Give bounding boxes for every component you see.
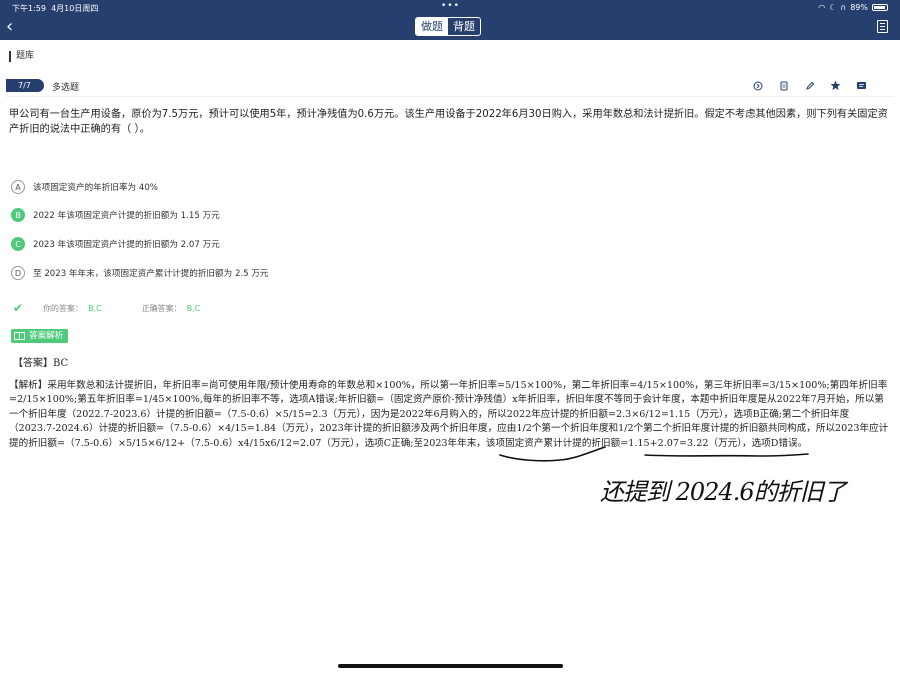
status-bar: 下午1:59 4月10日周四 ••• ◠ ☾ ∩ 89% <box>0 0 900 16</box>
question-header: 7/7 多选题 <box>6 75 894 97</box>
question-type: 多选题 <box>52 83 80 93</box>
correct-answer-label: 正确答案： <box>141 303 182 313</box>
answer-sheet-icon[interactable] <box>877 20 888 33</box>
option-c-text: 2023 年该项固定资产计提的折旧额为 2.07 万元 <box>33 240 220 250</box>
option-b-text: 2022 年该项固定资产计提的折旧额为 1.15 万元 <box>33 211 220 221</box>
option-d[interactable]: D 至 2023 年年末，该项固定资产累计计提的折旧额为 2.5 万元 <box>11 265 269 281</box>
headphones-icon: ∩ <box>840 3 847 12</box>
tab-practice[interactable]: 做题 <box>416 18 448 35</box>
moon-icon: ☾ <box>829 3 837 12</box>
check-icon: ✔ <box>13 301 24 315</box>
question-number: 7/7 <box>6 79 44 92</box>
tab-memorize[interactable]: 背题 <box>448 18 480 35</box>
option-c[interactable]: C 2023 年该项固定资产计提的折旧额为 2.07 万元 <box>11 236 220 252</box>
your-answer-value: B,C <box>88 303 102 313</box>
answer-text: 【答案】BC <box>13 358 69 369</box>
handwritten-note: 还提到 2024.6的折旧了 <box>600 478 847 506</box>
option-c-marker: C <box>11 237 25 251</box>
handwriting-underlines <box>499 446 809 462</box>
analysis-badge-label: 答案解析 <box>29 331 64 341</box>
wifi-icon: ◠ <box>818 3 826 12</box>
answer-result: ✔ 你的答案： B,C 正确答案： B,C <box>13 301 240 315</box>
nav-bar: ‹ 做题 背题 <box>0 16 900 40</box>
correct-answer-value: B,C <box>186 303 201 313</box>
edit-pen-icon[interactable] <box>804 80 815 91</box>
copy-icon[interactable] <box>778 80 789 91</box>
explanation-text: 【解析】采用年数总和法计提折旧，年折旧率=尚可使用年限/预计使用寿命的年数总和×… <box>9 380 889 449</box>
multitask-dots-icon[interactable]: ••• <box>441 1 460 11</box>
battery-percent: 89% <box>850 3 868 12</box>
option-d-marker: D <box>11 266 25 280</box>
breadcrumb: 题库 <box>9 51 34 62</box>
your-answer-label: 你的答案： <box>43 303 84 313</box>
audio-icon[interactable] <box>752 80 763 91</box>
book-icon <box>14 332 25 340</box>
option-b[interactable]: B 2022 年该项固定资产计提的折旧额为 1.15 万元 <box>11 207 220 223</box>
question-text: 甲公司有一台生产用设备，原价为7.5万元，预计可以使用5年，预计净残值为0.6万… <box>9 109 888 135</box>
favorite-star-icon[interactable] <box>830 80 841 91</box>
option-a[interactable]: A 该项固定资产的年折旧率为 40% <box>11 179 158 195</box>
option-b-marker: B <box>11 208 25 222</box>
status-right: ◠ ☾ ∩ 89% <box>818 3 888 12</box>
status-time: 下午1:59 4月10日周四 <box>12 4 99 13</box>
home-indicator[interactable] <box>338 664 563 668</box>
notes-icon[interactable] <box>856 80 867 91</box>
mode-switch: 做题 背题 <box>415 17 481 36</box>
option-d-text: 至 2023 年年末，该项固定资产累计计提的折旧额为 2.5 万元 <box>33 269 269 279</box>
option-a-marker: A <box>11 180 25 194</box>
analysis-badge: 答案解析 <box>11 329 69 343</box>
battery-icon <box>872 4 888 11</box>
back-chevron-icon[interactable]: ‹ <box>6 17 13 37</box>
option-a-text: 该项固定资产的年折旧率为 40% <box>33 183 158 193</box>
